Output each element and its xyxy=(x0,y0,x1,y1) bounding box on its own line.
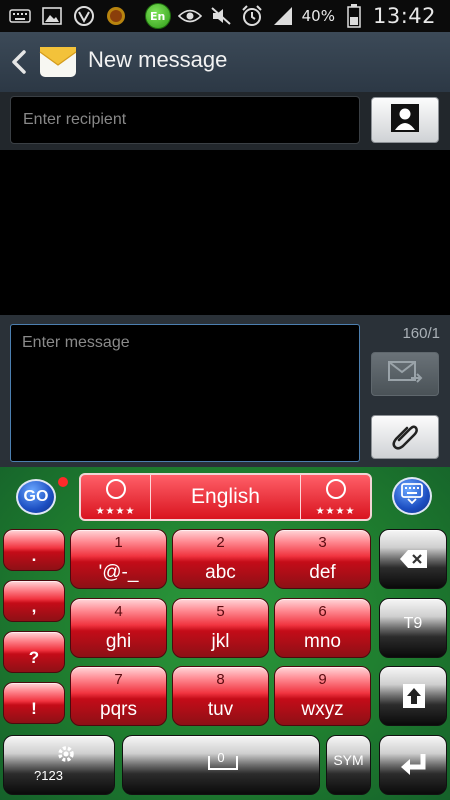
key-period[interactable]: . xyxy=(3,529,65,571)
settings-symbols-key[interactable]: ?123 xyxy=(3,735,115,795)
message-input[interactable]: Enter message xyxy=(10,324,360,462)
keyboard: GO ★★★★ English ★★★★ . , ? ! 1 '@-_ 2 abc … xyxy=(0,467,450,800)
key-exclamation[interactable]: ! xyxy=(3,682,65,724)
badge-icon xyxy=(104,6,128,26)
key-8[interactable]: 8 tuv xyxy=(172,666,269,726)
t9-toggle-key[interactable]: T9 xyxy=(379,598,447,658)
language-selector[interactable]: English xyxy=(153,475,298,519)
paperclip-icon xyxy=(390,420,420,454)
keyboard-hide-icon xyxy=(400,483,424,509)
recipient-input[interactable]: Enter recipient xyxy=(10,96,360,144)
theme-rating: ★★★★ xyxy=(95,506,136,517)
alarm-icon xyxy=(240,5,264,26)
eye-icon xyxy=(177,6,202,26)
sym-key[interactable]: SYM xyxy=(326,735,371,795)
image-icon xyxy=(40,6,64,26)
key-3[interactable]: 3 def xyxy=(274,529,371,589)
emoji-button[interactable]: ★★★★ xyxy=(300,475,370,519)
gear-icon xyxy=(56,744,76,769)
shift-arrow-icon xyxy=(402,683,426,714)
character-counter: 160/1 xyxy=(402,325,440,342)
battery-percent: 40% xyxy=(301,7,335,25)
page-title: New message xyxy=(88,47,228,72)
key-9[interactable]: 9 wxyz xyxy=(274,666,371,726)
enter-arrow-icon xyxy=(398,752,428,783)
send-envelope-icon xyxy=(387,359,423,389)
contact-icon xyxy=(388,103,422,137)
smiley-icon xyxy=(326,479,346,499)
emoji-rating: ★★★★ xyxy=(315,506,356,517)
theme-button[interactable]: ★★★★ xyxy=(81,475,151,519)
key-5[interactable]: 5 jkl xyxy=(172,598,269,658)
key-comma[interactable]: , xyxy=(3,580,65,622)
messages-app-icon xyxy=(38,42,78,82)
key-6[interactable]: 6 mno xyxy=(274,598,371,658)
status-bar: En 40% 13:42 xyxy=(0,0,450,32)
space-key[interactable]: 0 xyxy=(122,735,320,795)
back-chevron-icon[interactable] xyxy=(10,50,28,74)
keyboard-language-badge: En xyxy=(144,3,171,29)
compose-area: Enter message 160/1 xyxy=(0,315,450,467)
hide-keyboard-button[interactable] xyxy=(392,477,432,515)
signal-icon xyxy=(271,6,295,26)
message-thread-area xyxy=(0,150,450,315)
key-1[interactable]: 1 '@-_ xyxy=(70,529,167,589)
space-icon xyxy=(208,756,238,770)
add-contact-button[interactable] xyxy=(371,97,439,143)
recipient-row: Enter recipient xyxy=(0,92,450,150)
attach-button[interactable] xyxy=(371,415,439,459)
notification-dot xyxy=(58,477,68,487)
action-bar: New message xyxy=(0,32,450,92)
key-question[interactable]: ? xyxy=(3,631,65,673)
key-2[interactable]: 2 abc xyxy=(172,529,269,589)
enter-key[interactable] xyxy=(379,735,447,795)
vpn-icon xyxy=(72,6,96,26)
clock: 13:42 xyxy=(372,4,436,28)
shirt-icon xyxy=(106,479,126,499)
screen: En 40% 13:42 New message Enter recipient… xyxy=(0,0,450,800)
backspace-key[interactable] xyxy=(379,529,447,589)
language-bar: ★★★★ English ★★★★ xyxy=(79,473,372,521)
status-right-icons: En 40% 13:42 xyxy=(144,2,436,30)
symbols-label: ?123 xyxy=(34,768,63,783)
keyboard-icon xyxy=(8,6,32,26)
mute-icon xyxy=(209,6,233,26)
key-4[interactable]: 4 ghi xyxy=(70,598,167,658)
go-menu-button[interactable]: GO xyxy=(16,479,56,515)
key-7[interactable]: 7 pqrs xyxy=(70,666,167,726)
shift-key[interactable] xyxy=(379,666,447,726)
backspace-icon xyxy=(399,548,429,575)
send-button[interactable] xyxy=(371,352,439,396)
status-left-icons xyxy=(8,4,128,28)
battery-icon xyxy=(342,4,366,28)
